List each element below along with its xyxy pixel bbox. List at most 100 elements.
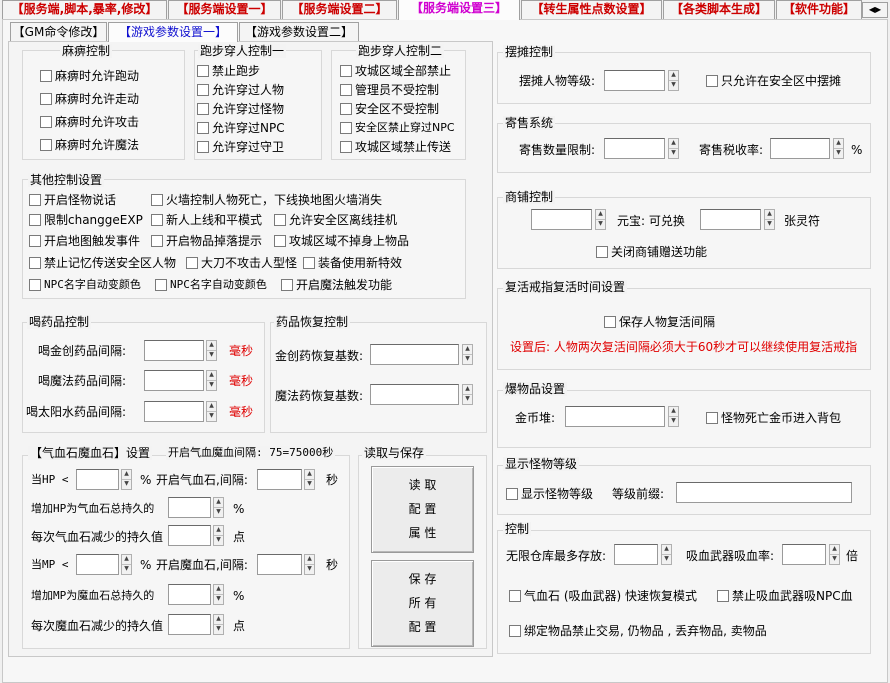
tab-scroll-arrows[interactable]: ◀▶ [862, 2, 888, 18]
vamp-rate-spin[interactable]: ▲ ▼ [829, 544, 840, 565]
monster-level-title: 显示怪物等级 [503, 457, 580, 471]
show-monster-level-checkbox[interactable]: 显示怪物等级 [506, 487, 593, 501]
limit-changeexp-checkbox[interactable]: 限制changgeEXP [29, 213, 143, 227]
shop-title: 商铺控制 [503, 190, 556, 204]
mp-interval-input[interactable] [257, 554, 302, 575]
stall-level-input[interactable] [604, 70, 665, 91]
pass-npc-checkbox[interactable]: 允许穿过NPC [197, 121, 285, 135]
tab-game-params-1[interactable]: 【游戏参数设置一】 [108, 22, 238, 42]
shop-close-gift-checkbox[interactable]: 关闭商铺赠送功能 [596, 245, 707, 259]
forbid-recall-checkbox[interactable]: 禁止记忆传送安全区人物 [29, 256, 176, 270]
safezone-exempt-checkbox[interactable]: 安全区不受控制 [340, 102, 439, 116]
pass-guard-checkbox[interactable]: 允许穿过守卫 [197, 140, 284, 154]
firewall-control-checkbox[interactable]: 火墙控制人物死亡，下线换地图火墙消失 [151, 193, 382, 207]
tab-gm-command[interactable]: 【GM命令修改】 [10, 22, 107, 42]
tab-server-script[interactable]: 【服务端,脚本,暴率,修改】 [2, 0, 167, 19]
forbid-run-checkbox[interactable]: 禁止跑步 [197, 64, 260, 78]
potion-mp-spin[interactable]: ▲ ▼ [206, 370, 217, 391]
siege-forbid-all-checkbox[interactable]: 攻城区域全部禁止 [340, 64, 451, 78]
potion-sun-input[interactable] [144, 401, 204, 422]
tab-game-params-2[interactable]: 【游戏参数设置二】 [239, 22, 359, 42]
vamp-rate-input[interactable] [782, 544, 826, 565]
mp-add-spin[interactable]: ▲ ▼ [213, 584, 224, 605]
consign-limit-input[interactable] [604, 138, 665, 159]
monster-talk-checkbox[interactable]: 开启怪物说话 [29, 193, 116, 207]
recover-mp-input[interactable] [370, 384, 459, 405]
mp-dec-input[interactable] [168, 614, 211, 635]
consign-limit-spin[interactable]: ▲ ▼ [668, 138, 679, 159]
recover-hp-spin[interactable]: ▲ ▼ [462, 344, 473, 365]
tab-server-settings-3[interactable]: 【服务端设置三】 [398, 0, 520, 20]
npc-color-checkbox-1[interactable]: NPC名字自动变颜色 [29, 278, 141, 292]
save-revive-interval-checkbox[interactable]: 保存人物复活间隔 [604, 315, 715, 329]
siege-no-drop-checkbox[interactable]: 攻城区域不掉身上物品 [274, 234, 409, 248]
paralysis-walk-checkbox[interactable]: 麻痹时允许走动 [40, 92, 139, 106]
shop-talisman-spin[interactable]: ▲ ▼ [764, 209, 775, 230]
recover-title: 药品恢复控制 [274, 315, 351, 329]
admin-exempt-checkbox[interactable]: 管理员不受控制 [340, 83, 439, 97]
mp-less-label: 当MP < [31, 558, 69, 571]
storage-max-input[interactable] [614, 544, 658, 565]
no-npc-vamp-checkbox[interactable]: 禁止吸血武器吸NPC血 [717, 589, 853, 603]
pass-monster-checkbox[interactable]: 允许穿过怪物 [197, 102, 284, 116]
stall-safezone-checkbox[interactable]: 只允许在安全区中摆摊 [706, 74, 841, 88]
potion-sun-label: 喝太阳水药品间隔: [26, 405, 127, 419]
storage-max-spin[interactable]: ▲ ▼ [661, 544, 672, 565]
equip-effect-checkbox[interactable]: 装备使用新特效 [303, 256, 402, 270]
gold-to-bag-checkbox[interactable]: 怪物死亡金币进入背包 [706, 411, 841, 425]
map-trigger-checkbox[interactable]: 开启地图触发事件 [29, 234, 140, 248]
bind-item-checkbox[interactable]: 绑定物品禁止交易, 仍物品 , 丢弃物品, 卖物品 [509, 624, 767, 638]
drop-hint-checkbox[interactable]: 开启物品掉落提示 [151, 234, 262, 248]
shop-yb-input[interactable] [531, 209, 592, 230]
mp-dec-unit: 点 [233, 619, 246, 633]
hp-add-input[interactable] [168, 497, 211, 518]
hp-threshold-spin[interactable]: ▲ ▼ [121, 469, 132, 490]
hp-dec-input[interactable] [168, 525, 211, 546]
consign-tax-input[interactable] [770, 138, 830, 159]
safezone-no-npc-checkbox[interactable]: 安全区禁止穿过NPC [340, 121, 455, 135]
fast-recover-checkbox[interactable]: 气血石 (吸血武器) 快速恢复模式 [509, 589, 697, 603]
revive-group [497, 288, 871, 370]
mp-threshold-spin[interactable]: ▲ ▼ [121, 554, 132, 575]
potion-hp-spin[interactable]: ▲ ▼ [206, 340, 217, 361]
blade-no-human-checkbox[interactable]: 大刀不攻击人型怪 [186, 256, 297, 270]
magic-trigger-checkbox[interactable]: 开启魔法触发功能 [281, 278, 392, 292]
mp-interval-spin[interactable]: ▲ ▼ [304, 554, 315, 575]
tab-rebirth-points[interactable]: 【转生属性点数设置】 [521, 0, 662, 19]
level-prefix-input[interactable] [676, 482, 852, 503]
potion-sun-spin[interactable]: ▲ ▼ [206, 401, 217, 422]
hp-interval-spin[interactable]: ▲ ▼ [304, 469, 315, 490]
hp-threshold-input[interactable] [76, 469, 119, 490]
safezone-offline-checkbox[interactable]: 允许安全区离线挂机 [274, 213, 397, 227]
potion-hp-input[interactable] [144, 340, 204, 361]
paralysis-run-checkbox[interactable]: 麻痹时允许跑动 [40, 69, 139, 83]
tab-software[interactable]: 【软件功能】 [776, 0, 862, 19]
read-config-button[interactable]: 读 取配 置属 性 [371, 466, 474, 553]
pass-player-checkbox[interactable]: 允许穿过人物 [197, 83, 284, 97]
shop-yb-spin[interactable]: ▲ ▼ [595, 209, 606, 230]
mp-add-input[interactable] [168, 584, 211, 605]
recover-hp-input[interactable] [370, 344, 459, 365]
recover-mp-spin[interactable]: ▲ ▼ [462, 384, 473, 405]
tab-server-settings-1[interactable]: 【服务端设置一】 [168, 0, 281, 19]
newbie-peace-checkbox[interactable]: 新人上线和平模式 [151, 213, 262, 227]
tab-server-settings-2[interactable]: 【服务端设置二】 [282, 0, 397, 19]
mp-threshold-input[interactable] [76, 554, 119, 575]
paralysis-magic-checkbox[interactable]: 麻痹时允许魔法 [40, 138, 139, 152]
siege-no-teleport-checkbox[interactable]: 攻城区域禁止传送 [340, 140, 451, 154]
gold-pile-input[interactable] [565, 406, 665, 427]
stall-level-spin[interactable]: ▲ ▼ [668, 70, 679, 91]
consign-tax-spin[interactable]: ▲ ▼ [833, 138, 844, 159]
paralysis-attack-checkbox[interactable]: 麻痹时允许攻击 [40, 115, 139, 129]
tab-script-generate[interactable]: 【各类脚本生成】 [663, 0, 775, 19]
gold-pile-spin[interactable]: ▲ ▼ [668, 406, 679, 427]
hp-interval-input[interactable] [257, 469, 302, 490]
potion-mp-input[interactable] [144, 370, 204, 391]
shop-talisman-input[interactable] [700, 209, 761, 230]
hp-dec-spin[interactable]: ▲ ▼ [213, 525, 224, 546]
potion-hp-label: 喝金创药品间隔: [38, 344, 127, 358]
mp-dec-spin[interactable]: ▲ ▼ [213, 614, 224, 635]
npc-color-checkbox-2[interactable]: NPC名字自动变颜色 [155, 278, 267, 292]
save-all-button[interactable]: 保 存所 有配 置 [371, 560, 474, 647]
hp-add-spin[interactable]: ▲ ▼ [213, 497, 224, 518]
